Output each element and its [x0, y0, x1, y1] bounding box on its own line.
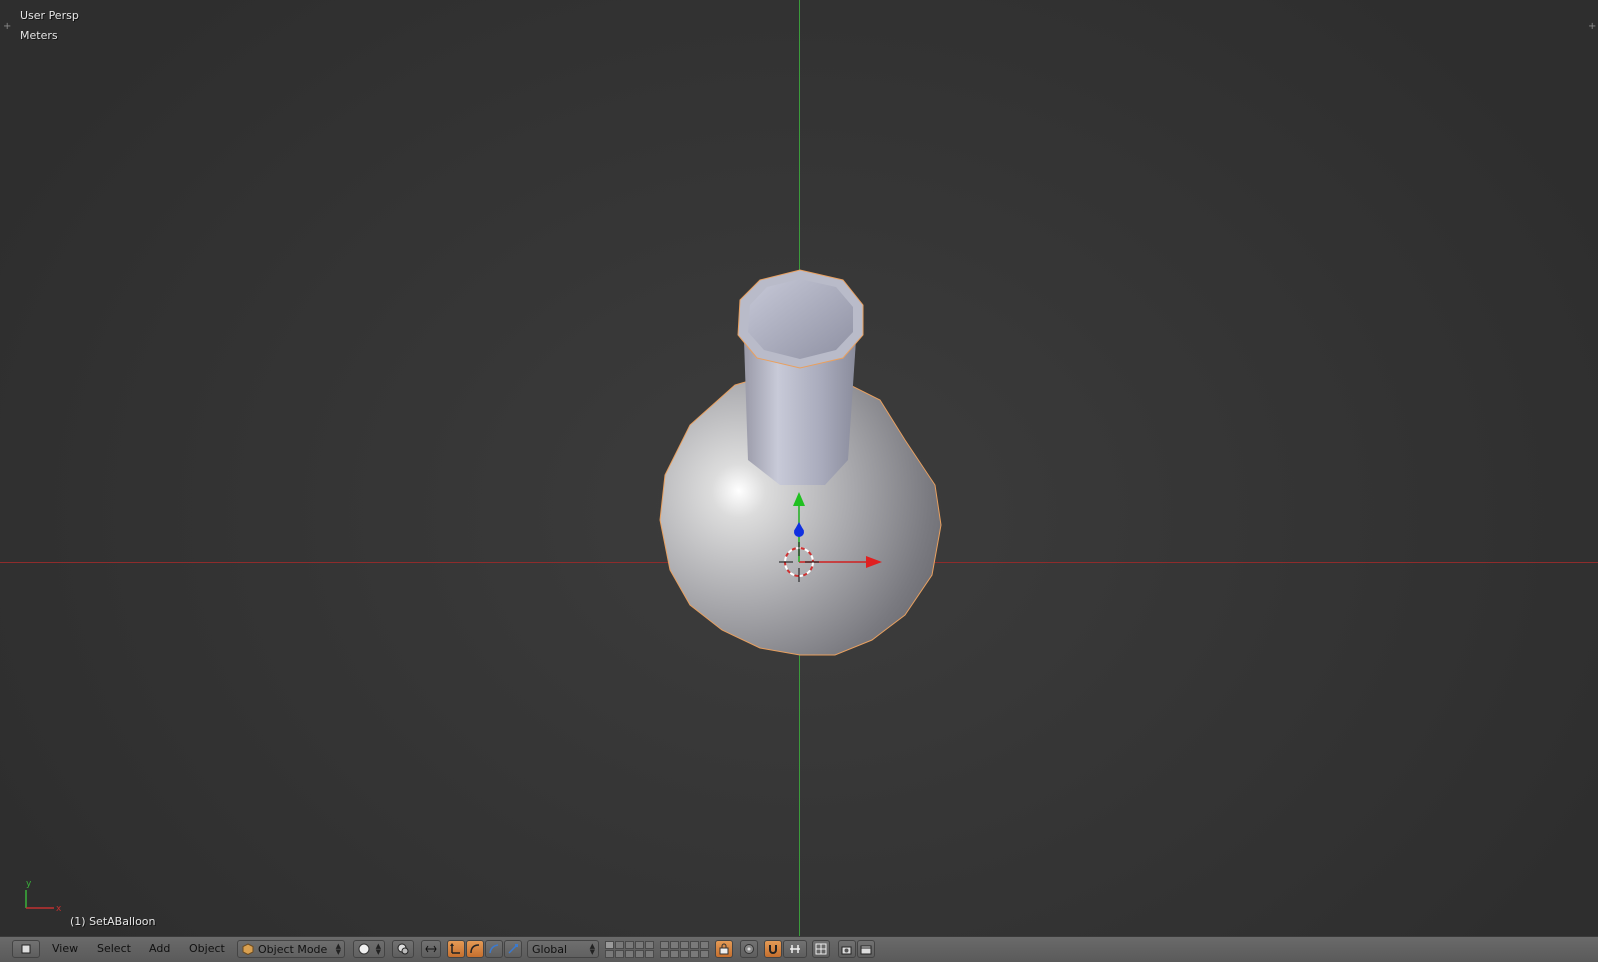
3d-viewport[interactable]: User Persp Meters (1) SetABalloon + + y …	[0, 0, 1598, 936]
editor-type-icon	[21, 944, 31, 954]
3d-view-header: View Select Add Object Object Mode ▲ ▼ ▲ ▼…	[0, 936, 1598, 962]
snap-target-icon	[815, 943, 827, 955]
render-animation-icon	[860, 945, 872, 955]
translate-button[interactable]	[447, 940, 465, 958]
dropdown-arrows-icon: ▲ ▼	[335, 942, 341, 956]
menu-add[interactable]: Add	[145, 940, 174, 958]
editor-type-button[interactable]	[12, 940, 40, 958]
layers-grid-a[interactable]	[605, 941, 654, 958]
layer-cell[interactable]	[615, 950, 624, 958]
layer-cell[interactable]	[690, 950, 699, 958]
snap-element-dropdown[interactable]	[783, 940, 807, 958]
layer-cell[interactable]	[635, 950, 644, 958]
menu-view[interactable]: View	[48, 940, 82, 958]
manipulator-icon	[425, 945, 437, 953]
scale-button[interactable]	[485, 940, 503, 958]
layer-cell[interactable]	[635, 941, 644, 949]
scale-icon	[489, 944, 499, 954]
snap-target-button[interactable]	[812, 940, 830, 958]
layer-cell[interactable]	[615, 941, 624, 949]
layer-cell[interactable]	[660, 950, 669, 958]
layer-cell[interactable]	[625, 950, 634, 958]
layer-cell[interactable]	[670, 950, 679, 958]
proportional-edit-button[interactable]	[740, 940, 758, 958]
render-icon	[841, 946, 852, 955]
layer-cell[interactable]	[605, 950, 614, 958]
balloon-model[interactable]	[0, 0, 1598, 936]
snap-icon	[769, 945, 777, 954]
mini-axis-y-label: y	[26, 879, 32, 889]
orientation-dropdown[interactable]: Global ▲ ▼	[527, 940, 599, 958]
balloon-opening	[748, 279, 853, 359]
manipulator-toggle[interactable]	[421, 940, 441, 958]
transform-button[interactable]	[504, 940, 522, 958]
snap-element-icon	[790, 945, 800, 953]
mini-axis-x-label: x	[56, 904, 62, 914]
layer-cell[interactable]	[680, 941, 689, 949]
layer-cell[interactable]	[680, 950, 689, 958]
render-animation-button[interactable]	[857, 940, 875, 958]
layer-cell[interactable]	[670, 941, 679, 949]
rotate-button[interactable]	[466, 940, 484, 958]
transform-icon	[508, 944, 518, 954]
menu-object[interactable]: Object	[185, 940, 229, 958]
layer-cell[interactable]	[690, 941, 699, 949]
layer-cell[interactable]	[625, 941, 634, 949]
layer-cell[interactable]	[700, 941, 709, 949]
rotate-icon	[470, 944, 480, 954]
render-button[interactable]	[838, 940, 856, 958]
pivot-point-icon	[397, 943, 409, 955]
layer-cell-active[interactable]	[605, 941, 614, 949]
pivot-point-button[interactable]	[392, 940, 414, 958]
layer-cell[interactable]	[700, 950, 709, 958]
layer-lock-button[interactable]	[715, 940, 733, 958]
mode-dropdown[interactable]: Object Mode ▲ ▼	[237, 940, 345, 958]
viewport-shading-dropdown[interactable]: ▲ ▼	[353, 940, 385, 958]
snap-toggle[interactable]	[764, 940, 782, 958]
layer-cell[interactable]	[645, 950, 654, 958]
orientation-label: Global	[532, 942, 568, 956]
layers-grid-b[interactable]	[660, 941, 709, 958]
proportional-edit-icon	[744, 944, 754, 954]
menu-select[interactable]: Select	[93, 940, 135, 958]
translate-icon	[450, 943, 460, 954]
cube-icon	[242, 943, 254, 955]
mode-label: Object Mode	[258, 942, 328, 956]
viewport-shading-icon	[358, 943, 370, 955]
layer-cell[interactable]	[645, 941, 654, 949]
layer-cell[interactable]	[660, 941, 669, 949]
view-axes-icon: y x	[25, 879, 62, 914]
lock-icon	[719, 943, 729, 955]
